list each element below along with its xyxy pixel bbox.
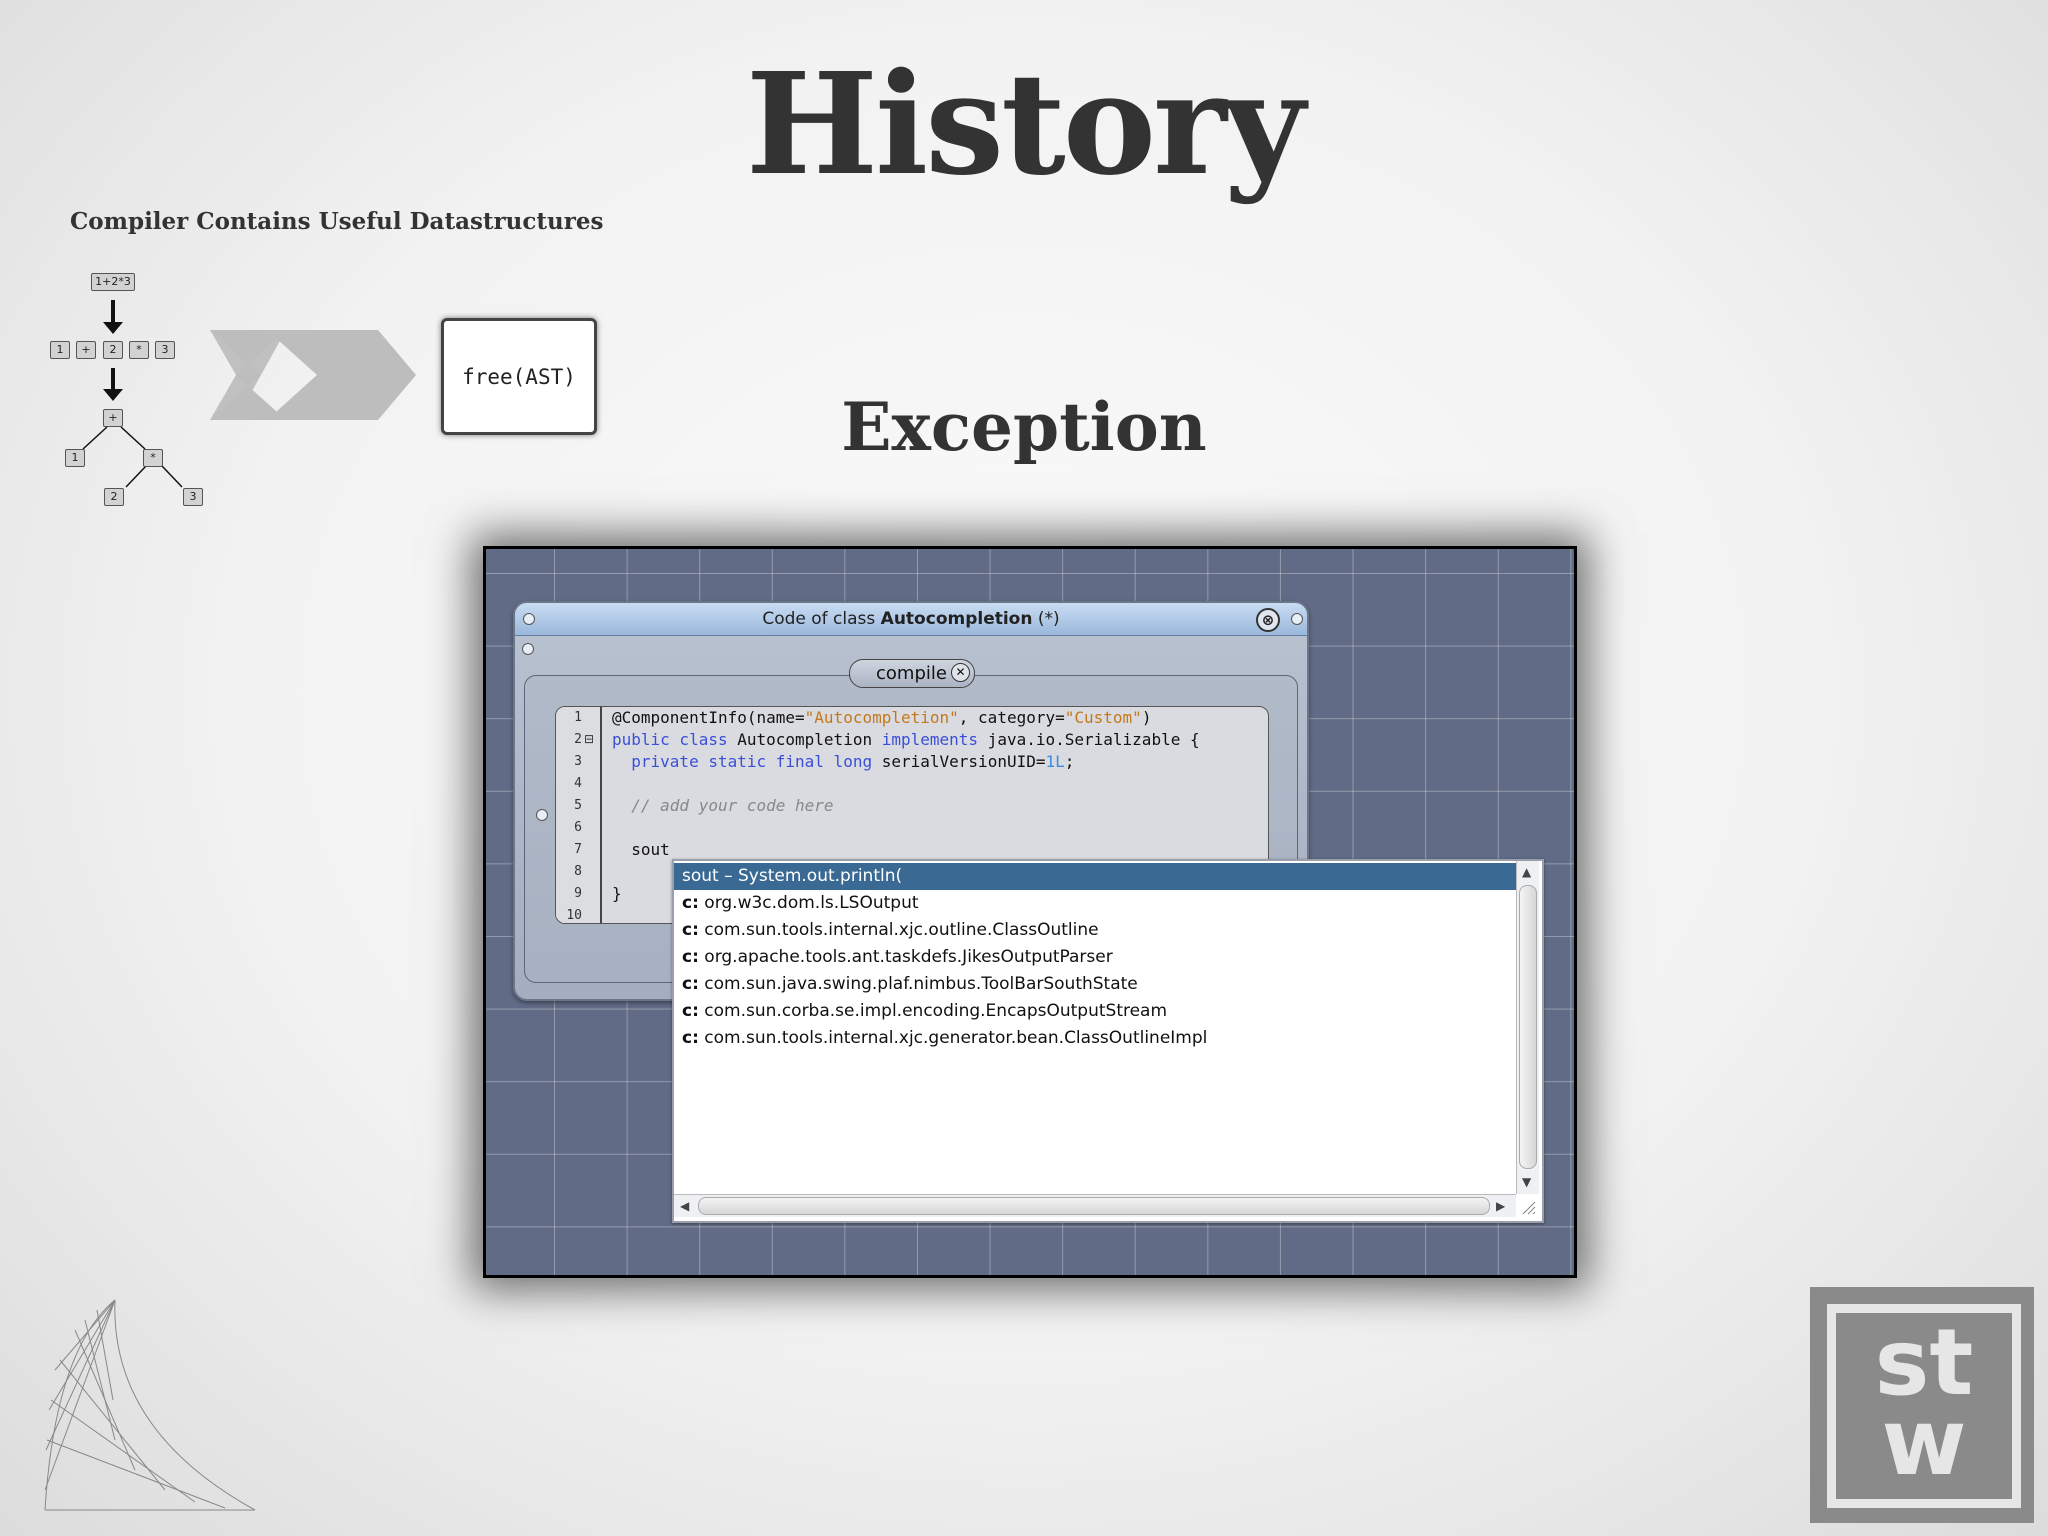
autocomplete-item[interactable]: c: com.sun.tools.internal.xjc.outline.Cl… [674, 917, 1516, 944]
chevron-arrow-2 [267, 330, 416, 420]
decorative-sketch-icon [44, 1299, 256, 1511]
line-number: 5 [574, 798, 582, 813]
code-comment: // add your code here [612, 796, 834, 815]
token-box: 1 [50, 341, 70, 359]
token-box: * [129, 341, 149, 359]
autocomplete-list: sout – System.out.println( c: org.w3c.do… [674, 861, 1516, 1194]
scroll-left-icon[interactable]: ◀ [680, 1199, 689, 1213]
autocomplete-item[interactable]: c: org.w3c.dom.ls.LSOutput [674, 890, 1516, 917]
autocomplete-item[interactable]: c: com.sun.java.swing.plaf.nimbus.ToolBa… [674, 971, 1516, 998]
scroll-down-icon[interactable]: ▼ [1522, 1175, 1531, 1189]
resize-grip-icon[interactable] [1519, 1198, 1537, 1216]
autocomplete-item[interactable]: c: com.sun.tools.internal.xjc.generator.… [674, 1025, 1516, 1052]
compile-label: compile [876, 663, 947, 684]
line-number: 10 [566, 908, 582, 923]
vertical-scroll-thumb[interactable] [1519, 885, 1537, 1169]
free-ast-box: free(AST) [441, 318, 597, 435]
ast-node: 2 [104, 488, 124, 506]
stw-logo: st w [1810, 1287, 2034, 1523]
compile-button[interactable]: compile ✕ [849, 659, 975, 688]
window-dot-icon [522, 643, 534, 655]
line-number: 4 [574, 776, 582, 791]
ast-node: 1 [65, 449, 85, 467]
line-number: 7 [574, 842, 582, 857]
compiler-diagram: 1+2*3 1 + 2 * 3 + 1 * 2 3 [0, 0, 620, 520]
code-line: @ComponentInfo(name="Autocompletion", ca… [612, 708, 1152, 727]
window-title-prefix: Code of class [762, 609, 881, 629]
logo-inner: st w [1827, 1304, 2021, 1508]
connector-dot-icon[interactable] [536, 809, 548, 821]
compile-close-icon[interactable]: ✕ [951, 663, 970, 682]
code-line: sout [612, 840, 670, 859]
line-number: 2 [574, 732, 582, 747]
vertical-scrollbar[interactable]: ▲ ▼ [1516, 861, 1539, 1194]
window-dot-icon [1291, 613, 1303, 625]
close-icon[interactable]: ⊗ [1256, 608, 1280, 632]
code-line: public class Autocompletion implements j… [612, 730, 1200, 749]
embedded-screenshot: Code of class Autocompletion (*) ⊗ compi… [483, 546, 1577, 1278]
expression-box: 1+2*3 [91, 273, 135, 291]
ast-node: 3 [183, 488, 203, 506]
line-number: 9 [574, 886, 582, 901]
line-number: 8 [574, 864, 582, 879]
autocomplete-popup: sout – System.out.println( c: org.w3c.do… [672, 859, 1544, 1223]
token-box: 2 [103, 341, 123, 359]
code-line: private static final long serialVersionU… [612, 752, 1075, 771]
window-titlebar[interactable]: Code of class Autocompletion (*) ⊗ [515, 603, 1307, 636]
autocomplete-item[interactable]: c: org.apache.tools.ant.taskdefs.JikesOu… [674, 944, 1516, 971]
token-box: + [76, 341, 96, 359]
token-box: 3 [155, 341, 175, 359]
window-title-class: Autocompletion [880, 609, 1033, 629]
autocomplete-item[interactable]: c: com.sun.corba.se.impl.encoding.Encaps… [674, 998, 1516, 1025]
fold-icon[interactable]: ⊟ [584, 731, 594, 747]
window-title-suffix: (*) [1032, 609, 1060, 629]
line-number: 3 [574, 754, 582, 769]
scroll-right-icon[interactable]: ▶ [1496, 1199, 1505, 1213]
ast-node: * [143, 449, 163, 467]
autocomplete-item[interactable]: sout – System.out.println( [674, 863, 1516, 890]
horizontal-scroll-thumb[interactable] [698, 1197, 1490, 1215]
scroll-up-icon[interactable]: ▲ [1522, 865, 1531, 879]
code-line: } [612, 884, 622, 903]
logo-text-bottom: w [1881, 1389, 1967, 1496]
line-number-gutter: 1 2 ⊟ 3 4 5 6 7 8 9 10 [556, 707, 602, 923]
window-dot-icon [523, 613, 535, 625]
horizontal-scrollbar[interactable]: ◀ ▶ [674, 1194, 1516, 1217]
line-number: 6 [574, 820, 582, 835]
ast-node: + [103, 409, 123, 427]
diagram-connectors [82, 300, 416, 488]
line-number: 1 [574, 710, 582, 725]
